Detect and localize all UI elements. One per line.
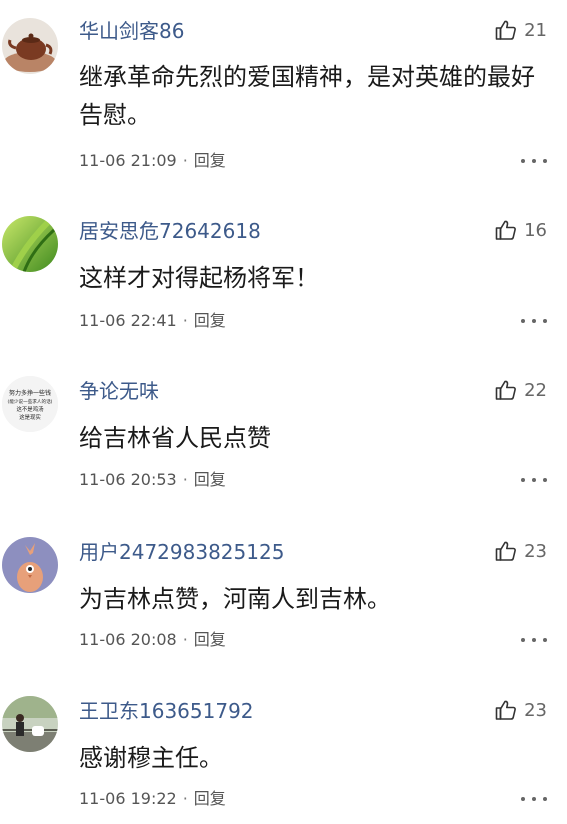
username[interactable]: 争论无味 [79, 378, 159, 404]
comment-item: 努力多挣一些钱 (能少说一些求人的话) 这不是鸡汤 这是现实 争论无味 22 给… [0, 374, 567, 504]
ellipsis-dot-icon [521, 638, 525, 642]
comment-time: 11-06 20:53 [79, 470, 177, 489]
ellipsis-dot-icon [521, 478, 525, 482]
more-options-button[interactable] [521, 310, 547, 332]
like-count: 16 [524, 219, 547, 241]
comment-meta: 11-06 20:08 · 回复 [79, 629, 226, 651]
meta-separator: · [182, 151, 188, 170]
comment-item: 用户2472983825125 23 为吉林点赞，河南人到吉林。 11-06 2… [0, 535, 567, 665]
like-button[interactable]: 23 [494, 537, 547, 565]
meta-separator: · [182, 311, 188, 330]
like-count: 23 [524, 699, 547, 721]
more-options-button[interactable] [521, 629, 547, 651]
comment-meta: 11-06 20:53 · 回复 [79, 469, 226, 491]
comment-text: 为吉林点赞，河南人到吉林。 [79, 585, 391, 613]
ellipsis-dot-icon [543, 638, 547, 642]
avatar-text-line: 这不是鸡汤 [17, 405, 45, 413]
thumbs-up-icon [495, 380, 516, 400]
meta-separator: · [182, 630, 188, 649]
person-photo-avatar-icon [2, 696, 58, 752]
avatar-text-line: 这是现实 [19, 413, 41, 421]
comment-item: 王卫东163651792 23 感谢穆主任。 11-06 19:22 · 回复 [0, 694, 567, 819]
more-options-button[interactable] [521, 469, 547, 491]
reply-button[interactable]: 回复 [194, 310, 226, 332]
like-count: 21 [524, 19, 547, 41]
comment-time: 11-06 20:08 [79, 630, 177, 649]
meta-separator: · [182, 789, 188, 808]
comment-meta: 11-06 22:41 · 回复 [79, 310, 226, 332]
thumbs-up-icon [495, 220, 516, 240]
thumbs-up-icon [495, 20, 516, 40]
user-avatar[interactable] [2, 696, 58, 752]
comment-meta: 11-06 21:09 · 回复 [79, 150, 226, 172]
comment-text: 这样才对得起杨将军！ [79, 264, 319, 292]
username[interactable]: 用户2472983825125 [79, 539, 284, 565]
comment-item: 华山剑客86 21 继承革命先烈的爱国精神，是对英雄的最好告慰。 11-06 2… [0, 14, 567, 174]
ellipsis-dot-icon [543, 797, 547, 801]
like-button[interactable]: 21 [494, 16, 547, 44]
user-avatar[interactable] [2, 18, 58, 74]
comment-time: 11-06 19:22 [79, 789, 177, 808]
more-options-button[interactable] [521, 150, 547, 172]
thumbs-up-icon [495, 541, 516, 561]
ellipsis-dot-icon [543, 478, 547, 482]
comment-text: 给吉林省人民点赞 [79, 424, 271, 452]
reply-button[interactable]: 回复 [194, 150, 226, 172]
cartoon-bird-avatar-icon [2, 537, 58, 593]
like-button[interactable]: 22 [494, 376, 547, 404]
user-avatar[interactable] [2, 216, 58, 272]
ellipsis-dot-icon [532, 638, 536, 642]
ellipsis-dot-icon [521, 797, 525, 801]
ellipsis-dot-icon [532, 159, 536, 163]
reply-button[interactable]: 回复 [194, 629, 226, 651]
like-count: 23 [524, 540, 547, 562]
comment-text: 感谢穆主任。 [79, 744, 223, 772]
reply-button[interactable]: 回复 [194, 469, 226, 491]
ellipsis-dot-icon [532, 478, 536, 482]
user-avatar[interactable]: 努力多挣一些钱 (能少说一些求人的话) 这不是鸡汤 这是现实 [2, 376, 58, 432]
ellipsis-dot-icon [532, 797, 536, 801]
user-avatar[interactable] [2, 537, 58, 593]
ellipsis-dot-icon [543, 159, 547, 163]
comment-time: 11-06 22:41 [79, 311, 177, 330]
more-options-button[interactable] [521, 788, 547, 810]
comment-time: 11-06 21:09 [79, 151, 177, 170]
green-leaf-avatar-icon [2, 216, 58, 272]
username[interactable]: 王卫东163651792 [79, 698, 254, 724]
avatar-text-line: 努力多挣一些钱 [9, 389, 51, 397]
ellipsis-dot-icon [532, 319, 536, 323]
comment-text: 继承革命先烈的爱国精神，是对英雄的最好告慰。 [79, 63, 535, 129]
comment-list: 华山剑客86 21 继承革命先烈的爱国精神，是对英雄的最好告慰。 11-06 2… [0, 0, 567, 824]
teapot-avatar-icon [2, 18, 58, 74]
thumbs-up-icon [495, 700, 516, 720]
reply-button[interactable]: 回复 [194, 788, 226, 810]
ellipsis-dot-icon [521, 159, 525, 163]
avatar-text-line: (能少说一些求人的话) [8, 398, 53, 405]
meta-separator: · [182, 470, 188, 489]
comment-meta: 11-06 19:22 · 回复 [79, 788, 226, 810]
username[interactable]: 华山剑客86 [79, 18, 184, 44]
like-button[interactable]: 16 [494, 216, 547, 244]
ellipsis-dot-icon [543, 319, 547, 323]
comment-item: 居安思危72642618 16 这样才对得起杨将军！ 11-06 22:41 ·… [0, 214, 567, 344]
text-motto-avatar: 努力多挣一些钱 (能少说一些求人的话) 这不是鸡汤 这是现实 [2, 376, 58, 432]
ellipsis-dot-icon [521, 319, 525, 323]
username[interactable]: 居安思危72642618 [79, 218, 261, 244]
like-count: 22 [524, 379, 547, 401]
like-button[interactable]: 23 [494, 696, 547, 724]
